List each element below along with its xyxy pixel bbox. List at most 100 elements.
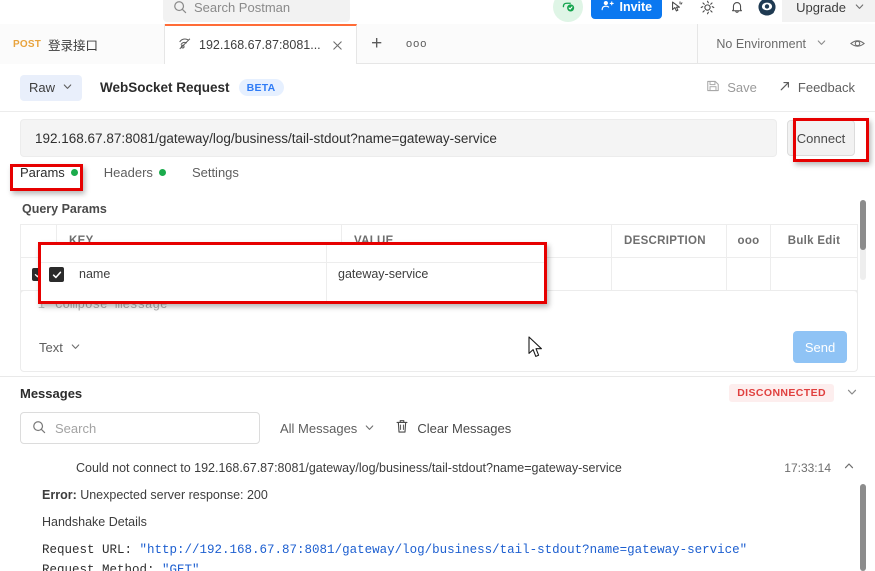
raw-mode-dropdown[interactable]: Raw <box>20 74 83 101</box>
messages-title: Messages <box>20 385 83 401</box>
log-timestamp: 17:33:14 <box>784 460 831 475</box>
subtab-label: Settings <box>191 165 239 180</box>
chevron-down-icon <box>854 0 865 15</box>
raw-label: Raw <box>29 80 56 95</box>
chevron-down-icon <box>816 37 827 51</box>
connect-button[interactable]: Connect <box>787 120 855 156</box>
message-log: Could not connect to 192.168.67.87:8081/… <box>0 452 875 571</box>
environment-label: No Environment <box>716 36 806 51</box>
row-bulk-spacer <box>771 258 857 290</box>
send-button[interactable]: Send <box>793 331 847 363</box>
log-request-method-value: "GET" <box>162 563 200 571</box>
messages-header: Messages DISCONNECTED <box>20 384 858 402</box>
request-header-bar: Raw WebSocket Request BETA Save Feedback <box>0 64 875 112</box>
feedback-button[interactable]: Feedback <box>779 80 855 95</box>
tab-strip: POST 登录接口 192.168.67.87:8081... + ooo No… <box>0 24 875 64</box>
user-avatar-icon[interactable] <box>752 0 782 22</box>
log-scrollbar-thumb[interactable] <box>860 484 866 571</box>
column-header-description: DESCRIPTION <box>612 225 727 257</box>
gear-icon[interactable] <box>692 0 722 22</box>
status-dot-icon <box>158 169 166 176</box>
environment-selector[interactable]: No Environment <box>698 24 839 63</box>
subtab-headers[interactable]: Headers <box>104 165 166 182</box>
messages-divider <box>0 376 875 377</box>
subtab-label: Headers <box>103 165 153 180</box>
vault-shield-icon[interactable] <box>553 0 584 22</box>
messages-search-input[interactable]: Search <box>20 412 260 444</box>
clear-messages-button[interactable]: Clear Messages <box>395 419 511 437</box>
bell-icon[interactable] <box>722 0 752 22</box>
log-entry-header[interactable]: Could not connect to 192.168.67.87:8081/… <box>0 452 875 475</box>
log-request-method-label: Request Method: <box>42 563 163 571</box>
message-format-dropdown[interactable]: Text <box>39 340 81 355</box>
invite-button[interactable]: Invite <box>591 0 663 19</box>
new-tab-button[interactable]: + <box>357 24 397 63</box>
clear-messages-label: Clear Messages <box>417 420 512 436</box>
invite-label: Invite <box>619 0 653 14</box>
websocket-icon <box>178 37 192 54</box>
websocket-url-input[interactable]: 192.168.67.87:8081/gateway/log/business/… <box>20 119 777 157</box>
tab-login-api[interactable]: POST 登录接口 <box>0 24 165 64</box>
person-plus-icon <box>601 0 615 15</box>
messages-header-right: DISCONNECTED <box>729 384 858 402</box>
chevron-down-icon <box>62 80 73 95</box>
tab-websocket-request[interactable]: 192.168.67.87:8081... <box>165 24 357 64</box>
subtab-params[interactable]: Params <box>20 165 78 182</box>
row-options[interactable] <box>727 258 771 290</box>
log-request-url-line: Request URL: "http://192.168.67.87:8081/… <box>0 543 875 557</box>
log-error-text: Unexpected server response: 200 <box>76 488 268 502</box>
arrow-up-right-icon <box>779 80 791 95</box>
log-request-url-label: Request URL: <box>42 543 140 557</box>
tab-title: 登录接口 <box>48 38 99 53</box>
tab-title: 192.168.67.87:8081... <box>199 38 321 52</box>
sync-cursor-icon[interactable] <box>662 0 692 22</box>
search-postman-input[interactable]: Search Postman <box>163 0 350 22</box>
url-bar-row: 192.168.67.87:8081/gateway/log/business/… <box>0 118 875 158</box>
query-params-title: Query Params <box>22 202 107 216</box>
log-handshake-title: Handshake Details <box>42 515 147 529</box>
table-options-button[interactable]: ooo <box>727 225 771 257</box>
messages-filter-dropdown[interactable]: All Messages <box>280 421 375 436</box>
search-icon <box>173 0 187 14</box>
mouse-cursor <box>528 336 543 362</box>
search-icon <box>32 420 46 437</box>
format-label: Text <box>39 339 63 355</box>
status-dot-icon <box>70 169 78 176</box>
close-icon[interactable] <box>332 40 343 51</box>
save-button[interactable]: Save <box>706 79 757 96</box>
annotation-box-param-row <box>38 242 547 304</box>
chevron-up-icon[interactable] <box>843 460 855 475</box>
messages-toolbar: Search All Messages Clear Messages <box>20 412 858 444</box>
subtab-settings[interactable]: Settings <box>192 165 239 182</box>
log-error-label: Error: <box>42 488 77 502</box>
tabstrip-spacer <box>437 24 699 63</box>
subtab-label: Params <box>20 165 65 180</box>
params-scrollbar-thumb[interactable] <box>860 200 866 250</box>
feedback-label: Feedback <box>797 80 855 95</box>
log-headline: Could not connect to 192.168.67.87:8081/… <box>76 460 622 475</box>
top-bar-actions: Invite Upgrade <box>553 0 875 22</box>
log-request-method-line: Request Method: "GET" <box>0 563 875 571</box>
beta-badge: BETA <box>238 79 284 96</box>
request-header-actions: Save Feedback <box>706 79 875 96</box>
log-request-url-value: "http://192.168.67.87:8081/gateway/log/b… <box>139 543 748 557</box>
status-badge: DISCONNECTED <box>729 384 834 402</box>
upgrade-label: Upgrade <box>796 0 846 15</box>
upgrade-button[interactable]: Upgrade <box>782 0 875 22</box>
filter-label: All Messages <box>280 420 358 436</box>
search-postman-placeholder: Search Postman <box>194 0 291 15</box>
log-timestamp-group: 17:33:14 <box>784 460 855 475</box>
bulk-edit-button[interactable]: Bulk Edit <box>771 225 857 257</box>
chevron-down-icon[interactable] <box>846 386 858 401</box>
row-description[interactable] <box>612 258 727 290</box>
log-error-line: Error: Unexpected server response: 200 <box>0 488 875 502</box>
save-disk-icon <box>706 79 720 96</box>
tab-options-button[interactable]: ooo <box>397 24 437 63</box>
compose-footer: Text Send <box>21 323 857 371</box>
postman-window: Search Postman Invite Upgrade POST 登录接口 … <box>0 0 875 571</box>
chevron-down-icon <box>70 340 81 355</box>
messages-search-placeholder: Search <box>55 420 97 436</box>
eye-icon[interactable] <box>839 24 875 63</box>
save-label: Save <box>727 80 757 95</box>
chevron-down-icon <box>364 421 375 436</box>
